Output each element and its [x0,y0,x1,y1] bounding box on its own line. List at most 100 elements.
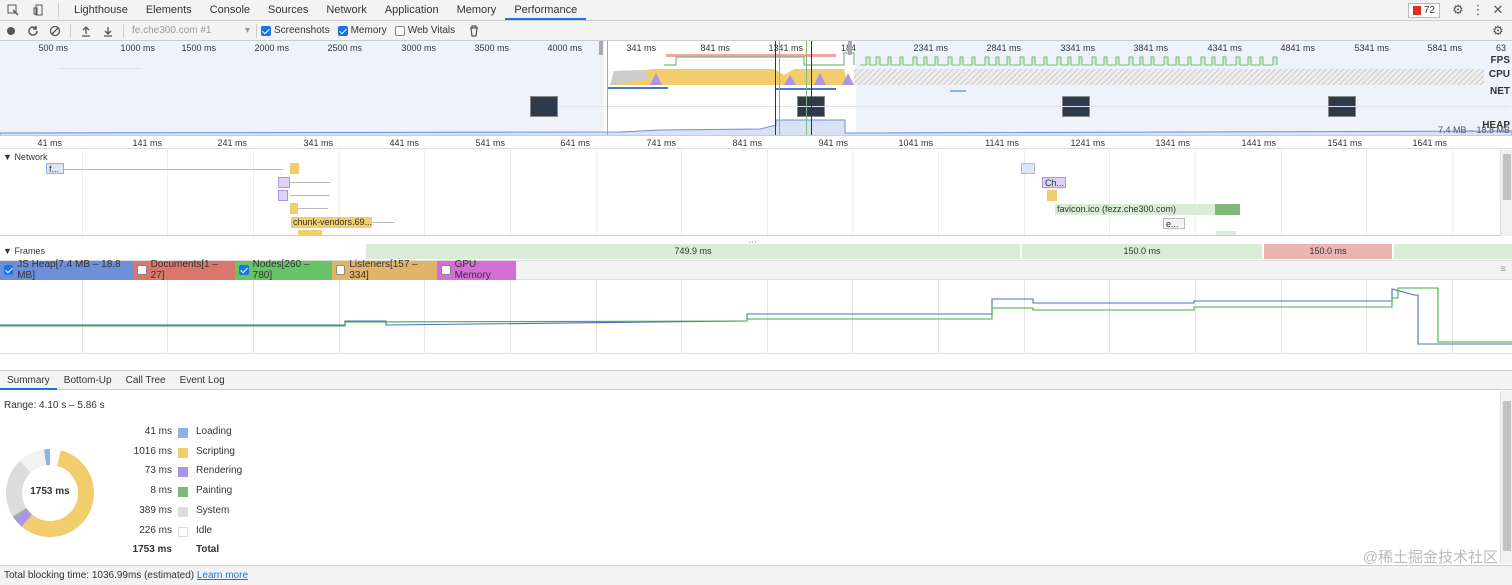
grid-line [1281,150,1282,235]
marker-line [607,41,608,135]
tab-call-tree[interactable]: Call Tree [119,371,173,390]
error-count-badge[interactable]: 72 [1407,3,1440,18]
grid-line [424,150,425,235]
settings-gear-icon[interactable]: ⚙ [1450,2,1466,18]
delete-recording-button[interactable] [463,21,485,41]
js-heap-counter[interactable]: JS Heap[7.4 MB – 18.8 MB] [0,259,133,281]
grid-line [681,150,682,235]
tab-lighthouse[interactable]: Lighthouse [65,0,137,20]
screenshot-track-line [560,106,1510,107]
overview-tick-label: 2500 ms [327,43,362,53]
gpu-memory-counter[interactable]: GPU Memory [437,259,516,281]
tab-performance[interactable]: Performance [505,0,587,20]
network-request[interactable]: favicon.ico (fezz.che300.com) [1055,204,1215,215]
network-request[interactable] [278,177,290,188]
network-request[interactable] [1021,163,1035,174]
tab-event-log[interactable]: Event Log [173,371,232,390]
frames-section-title: Frames [14,246,45,256]
overview-tick-label: 1500 ms [181,43,216,53]
summary-row-total: 1753 ms Total [120,544,320,558]
ruler-tick-label: 441 ms [389,138,419,148]
summary-name: Total [196,544,220,555]
network-request[interactable]: f... [46,163,64,174]
timeline-ruler: 41 ms 141 ms 241 ms 341 ms 441 ms 541 ms… [0,137,1512,149]
tab-summary[interactable]: Summary [0,371,57,390]
network-request[interactable]: e... [1163,218,1185,229]
network-section-toggle[interactable]: ▼ Network [3,152,47,162]
memory-counters-bar: JS Heap[7.4 MB – 18.8 MB] Documents[1 – … [0,259,1512,281]
tab-elements[interactable]: Elements [137,0,201,20]
frame-bar[interactable] [1394,244,1512,259]
network-request[interactable] [1047,190,1057,201]
network-request[interactable] [298,230,322,235]
frame-bar[interactable]: 150.0 ms [1022,244,1262,259]
record-button[interactable] [0,21,22,41]
legend-swatch [178,527,188,537]
frames-section-toggle[interactable]: ▼ Frames [3,246,45,256]
more-options-icon[interactable]: ⋮ [1470,2,1486,18]
save-profile-button[interactable] [97,21,119,41]
web-vitals-checkbox[interactable]: Web Vitals [394,25,455,36]
ruler-tick-label: 1041 ms [898,138,933,148]
pie-total-label: 1753 ms [30,486,70,497]
network-request[interactable]: Ch... [1042,177,1066,188]
ruler-tick-label: 41 ms [37,138,62,148]
documents-counter[interactable]: Documents[1 – 27] [133,259,235,281]
scrollbar-thumb[interactable] [1503,154,1511,200]
network-request[interactable]: chunk-vendors.69... [291,217,372,228]
network-request[interactable] [290,203,298,214]
drag-handle-icon[interactable]: ≡ [1500,264,1506,275]
summary-scrollbar[interactable] [1500,391,1512,564]
inspect-element-icon[interactable] [0,0,26,20]
ruler-tick-label: 941 ms [818,138,848,148]
network-scrollbar[interactable] [1500,150,1512,236]
ruler-tick-label: 141 ms [132,138,162,148]
summary-value: 73 ms [144,465,172,476]
grid-line [938,150,939,235]
network-request[interactable] [278,190,288,201]
tab-console[interactable]: Console [201,0,259,20]
screenshot-thumbnail[interactable] [530,96,558,117]
selection-right-handle[interactable] [848,41,852,55]
reload-record-button[interactable] [22,21,44,41]
network-request[interactable] [1216,231,1236,235]
triangle-down-icon: ▼ [3,246,12,256]
screenshots-checkbox[interactable]: Screenshots [261,25,330,36]
ruler-tick-label: 741 ms [646,138,676,148]
grid-line [510,150,511,235]
reload-icon [28,25,38,36]
tab-memory[interactable]: Memory [448,0,506,20]
tab-bottom-up[interactable]: Bottom-Up [57,371,119,390]
cpu-graph [610,69,1484,85]
tab-application[interactable]: Application [376,0,448,20]
scrollbar-thumb[interactable] [1503,401,1511,551]
grid-line [596,150,597,235]
error-flag-icon [1412,6,1421,15]
selection-left-handle[interactable] [599,41,603,55]
load-profile-button[interactable] [75,21,97,41]
capture-settings-gear-icon[interactable]: ⚙ [1490,23,1506,39]
device-toolbar-icon[interactable] [26,0,52,20]
memory-label: Memory [350,25,387,36]
memory-checkbox[interactable]: Memory [337,25,387,36]
grid-line [1366,150,1367,235]
summary-name: Rendering [196,465,243,476]
frame-bar[interactable]: 749.9 ms [366,244,1020,259]
summary-row-idle: 226 ms Idle [120,525,320,539]
devtools-window: Lighthouse Elements Console Sources Netw… [0,0,1512,585]
learn-more-link[interactable]: Learn more [197,570,248,581]
timeline-overview[interactable]: 500 ms 1000 ms 1500 ms 2000 ms 2500 ms 3… [0,41,1512,136]
nodes-counter[interactable]: Nodes[260 – 780] [235,259,332,281]
frame-bar[interactable]: 150.0 ms [1264,244,1392,259]
tab-network[interactable]: Network [317,0,375,20]
recording-session-select[interactable]: fe.che300.com #1 ▾ [128,23,252,39]
request-whisker [372,222,394,223]
net-label: NET [1490,86,1510,97]
close-devtools-icon[interactable]: ✕ [1490,2,1506,18]
legend-swatch [178,428,188,438]
listeners-counter[interactable]: Listeners[157 – 334] [332,259,437,281]
tab-sources[interactable]: Sources [259,0,317,20]
network-request[interactable] [290,163,299,174]
network-track[interactable]: ▼ Network f... chunk-vendors.69... Ch...… [0,150,1500,236]
clear-button[interactable] [44,21,66,41]
